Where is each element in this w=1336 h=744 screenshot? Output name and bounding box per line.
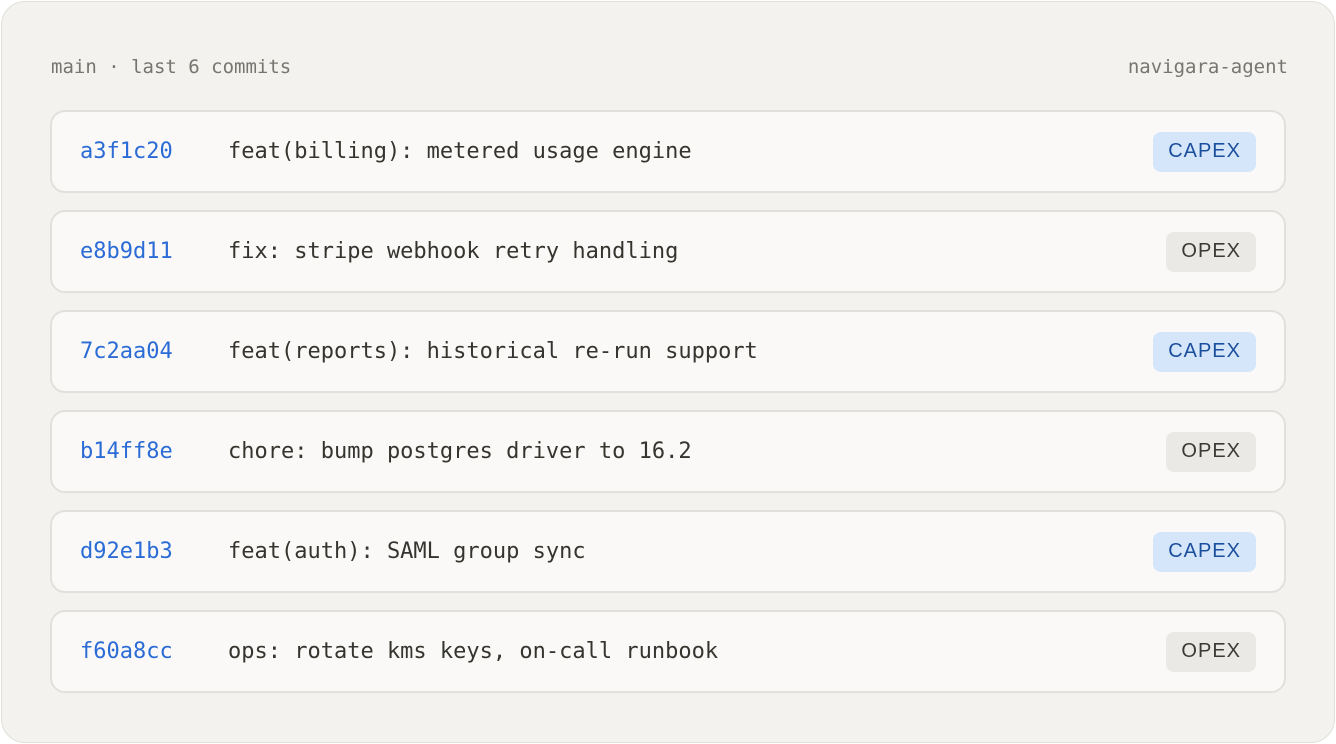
commit-row[interactable]: e8b9d11 fix: stripe webhook retry handli… [50, 210, 1286, 293]
commit-hash-link[interactable]: b14ff8e [80, 439, 228, 464]
commit-message: feat(billing): metered usage engine [228, 139, 692, 164]
commit-message: chore: bump postgres driver to 16.2 [228, 439, 692, 464]
commit-list: a3f1c20 feat(billing): metered usage eng… [50, 110, 1286, 693]
commit-row[interactable]: b14ff8e chore: bump postgres driver to 1… [50, 410, 1286, 493]
branch-label: main · last 6 commits [51, 56, 292, 78]
category-badge: CAPEX [1153, 531, 1256, 572]
commit-hash-link[interactable]: e8b9d11 [80, 239, 228, 264]
category-badge: OPEX [1166, 231, 1256, 272]
panel-header: main · last 6 commits navigara-agent [51, 54, 1288, 80]
category-badge: CAPEX [1153, 131, 1256, 172]
commit-row[interactable]: a3f1c20 feat(billing): metered usage eng… [50, 110, 1286, 193]
commit-hash-link[interactable]: a3f1c20 [80, 139, 228, 164]
commit-row[interactable]: f60a8cc ops: rotate kms keys, on-call ru… [50, 610, 1286, 693]
category-badge: OPEX [1166, 431, 1256, 472]
commit-hash-link[interactable]: 7c2aa04 [80, 339, 228, 364]
category-badge: OPEX [1166, 631, 1256, 672]
commit-message: feat(reports): historical re-run support [228, 339, 758, 364]
commit-hash-link[interactable]: f60a8cc [80, 639, 228, 664]
commit-message: fix: stripe webhook retry handling [228, 239, 679, 264]
agent-label: navigara-agent [1127, 56, 1288, 78]
commit-row[interactable]: d92e1b3 feat(auth): SAML group sync CAPE… [50, 510, 1286, 593]
category-badge: CAPEX [1153, 331, 1256, 372]
commit-message: ops: rotate kms keys, on-call runbook [228, 639, 719, 664]
commit-message: feat(auth): SAML group sync [228, 539, 586, 564]
commit-hash-link[interactable]: d92e1b3 [80, 539, 228, 564]
commit-row[interactable]: 7c2aa04 feat(reports): historical re-run… [50, 310, 1286, 393]
